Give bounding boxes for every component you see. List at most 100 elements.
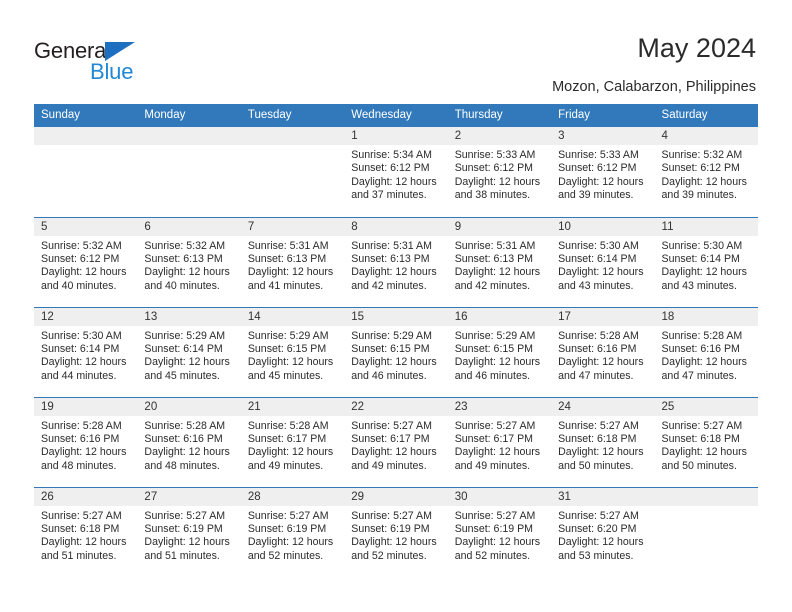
calendar-day-cell[interactable]: 13 Sunrise: 5:29 AM Sunset: 6:14 PM Dayligh… (137, 306, 241, 397)
calendar-day-cell[interactable]: 28 Sunrise: 5:27 AM Sunset: 6:19 PM Dayligh… (240, 486, 345, 577)
daylight-text-continued: and 45 minutes. (247, 369, 324, 382)
calendar-day-cell[interactable]: 23 Sunrise: 5:27 AM Sunset: 6:17 PM Dayligh… (447, 396, 552, 487)
day-number: 14 (240, 307, 345, 326)
sunrise-text: Sunrise: 5:29 AM (351, 329, 432, 342)
calendar-day-cell[interactable]: 9 Sunrise: 5:31 AM Sunset: 6:13 PM Daylight… (447, 216, 552, 307)
calendar-day-cell[interactable]: 14 Sunrise: 5:29 AM Sunset: 6:15 PM Dayligh… (240, 306, 345, 397)
weekday-header-wednesday: Wednesday (344, 104, 448, 127)
day-number: 30 (447, 487, 552, 506)
calendar-week-row: 12 Sunrise: 5:30 AM Sunset: 6:14 PM Dayligh… (34, 306, 758, 397)
daylight-text: Daylight: 12 hours (41, 266, 127, 279)
calendar-day-cell[interactable]: 30 Sunrise: 5:27 AM Sunset: 6:19 PM Dayligh… (447, 486, 552, 577)
calendar-day-cell[interactable]: 7 Sunrise: 5:31 AM Sunset: 6:13 PM Daylight… (240, 216, 345, 307)
daylight-text: Daylight: 12 hours (144, 446, 230, 459)
sunset-text: Sunset: 6:20 PM (558, 522, 637, 535)
calendar-day-cell[interactable]: 5 Sunrise: 5:32 AM Sunset: 6:12 PM Daylight… (34, 216, 138, 307)
daylight-text-continued: and 46 minutes. (351, 369, 427, 382)
calendar-page: General Blue May 2024 Mozon, Calabarzon,… (0, 0, 792, 612)
calendar-day-cell[interactable]: 26 Sunrise: 5:27 AM Sunset: 6:18 PM Dayligh… (34, 486, 138, 577)
daylight-text-continued: and 42 minutes. (454, 279, 531, 292)
day-number: 7 (240, 217, 345, 236)
sunset-text: Sunset: 6:17 PM (454, 432, 534, 445)
calendar-week-row: 1 Sunrise: 5:34 AM Sunset: 6:12 PM Daylight… (34, 127, 758, 217)
daylight-text-continued: and 48 minutes. (41, 459, 117, 472)
day-info: Sunrise: 5:27 AM Sunset: 6:19 PM Daylight:… (448, 506, 551, 564)
day-info: Sunrise: 5:32 AM Sunset: 6:12 PM Daylight:… (34, 236, 137, 294)
day-info: Sunrise: 5:29 AM Sunset: 6:15 PM Daylight:… (241, 326, 344, 384)
day-info: Sunrise: 5:32 AM Sunset: 6:13 PM Daylight:… (137, 236, 240, 294)
calendar-day-cell[interactable]: 6 Sunrise: 5:32 AM Sunset: 6:13 PM Daylight… (137, 216, 241, 307)
calendar-day-cell[interactable]: 18 Sunrise: 5:28 AM Sunset: 6:16 PM Dayligh… (654, 306, 758, 397)
daylight-text-continued: and 52 minutes. (454, 549, 531, 562)
calendar-day-cell[interactable]: 22 Sunrise: 5:27 AM Sunset: 6:17 PM Dayligh… (344, 396, 448, 487)
sunrise-text: Sunrise: 5:28 AM (144, 419, 226, 432)
calendar-day-cell[interactable]: 17 Sunrise: 5:28 AM Sunset: 6:16 PM Dayligh… (551, 306, 655, 397)
sunrise-text: Sunrise: 5:29 AM (454, 329, 536, 342)
sunrise-text: Sunrise: 5:29 AM (247, 329, 329, 342)
calendar-day-cell[interactable]: 29 Sunrise: 5:27 AM Sunset: 6:19 PM Dayligh… (344, 486, 448, 577)
calendar-day-cell[interactable]: 21 Sunrise: 5:28 AM Sunset: 6:17 PM Dayligh… (240, 396, 345, 487)
calendar-day-cell[interactable]: 11 Sunrise: 5:30 AM Sunset: 6:14 PM Dayligh… (654, 216, 758, 307)
calendar-day-cell[interactable]: 8 Sunrise: 5:31 AM Sunset: 6:13 PM Daylight… (344, 216, 448, 307)
daylight-text: Daylight: 12 hours (41, 356, 127, 369)
day-number: 2 (447, 127, 552, 145)
sunset-text: Sunset: 6:14 PM (41, 342, 120, 355)
daylight-text: Daylight: 12 hours (558, 175, 644, 188)
calendar-day-cell[interactable]: 10 Sunrise: 5:30 AM Sunset: 6:14 PM Dayligh… (551, 216, 655, 307)
sunset-text: Sunset: 6:14 PM (558, 252, 637, 265)
day-info: Sunrise: 5:27 AM Sunset: 6:17 PM Daylight:… (448, 416, 551, 474)
day-info (655, 506, 758, 510)
day-number: 13 (137, 307, 241, 326)
calendar-day-cell[interactable]: 3 Sunrise: 5:33 AM Sunset: 6:12 PM Daylight… (551, 127, 655, 217)
sunset-text: Sunset: 6:12 PM (351, 162, 430, 175)
calendar-day-cell-empty (654, 486, 758, 577)
logo-text-blue: Blue (90, 59, 134, 84)
calendar-day-cell[interactable]: 4 Sunrise: 5:32 AM Sunset: 6:12 PM Daylight… (654, 127, 758, 217)
sunrise-text: Sunrise: 5:31 AM (247, 239, 329, 252)
sunrise-text: Sunrise: 5:33 AM (454, 149, 536, 161)
calendar-day-cell[interactable]: 15 Sunrise: 5:29 AM Sunset: 6:15 PM Dayligh… (344, 306, 448, 397)
daylight-text-continued: and 51 minutes. (144, 549, 220, 562)
day-info: Sunrise: 5:29 AM Sunset: 6:14 PM Daylight:… (137, 326, 240, 384)
calendar-day-cell[interactable]: 20 Sunrise: 5:28 AM Sunset: 6:16 PM Dayligh… (137, 396, 241, 487)
sunset-text: Sunset: 6:13 PM (454, 252, 534, 265)
daylight-text: Daylight: 12 hours (351, 536, 437, 549)
calendar-day-cell[interactable]: 16 Sunrise: 5:29 AM Sunset: 6:15 PM Dayligh… (447, 306, 552, 397)
calendar-day-cell[interactable]: 25 Sunrise: 5:27 AM Sunset: 6:18 PM Dayligh… (654, 396, 758, 487)
calendar-day-cell[interactable]: 1 Sunrise: 5:34 AM Sunset: 6:12 PM Daylight… (344, 127, 448, 217)
sunrise-text: Sunrise: 5:27 AM (558, 509, 639, 522)
calendar-day-cell[interactable]: 24 Sunrise: 5:27 AM Sunset: 6:18 PM Dayligh… (551, 396, 655, 487)
daylight-text-continued: and 51 minutes. (41, 549, 117, 562)
daylight-text: Daylight: 12 hours (558, 536, 644, 549)
calendar-day-cell[interactable]: 31 Sunrise: 5:27 AM Sunset: 6:20 PM Dayligh… (551, 486, 655, 577)
day-number: 17 (551, 307, 655, 326)
daylight-text-continued: and 50 minutes. (661, 459, 737, 472)
calendar-week-row: 5 Sunrise: 5:32 AM Sunset: 6:12 PM Daylight… (34, 216, 758, 307)
calendar-day-cell[interactable]: 2 Sunrise: 5:33 AM Sunset: 6:12 PM Daylight… (447, 127, 552, 217)
sunset-text: Sunset: 6:16 PM (144, 432, 223, 445)
day-number: 4 (654, 127, 758, 145)
calendar-day-cell[interactable]: 19 Sunrise: 5:28 AM Sunset: 6:16 PM Dayligh… (34, 396, 138, 487)
sunrise-text: Sunrise: 5:28 AM (558, 329, 639, 342)
sunset-text: Sunset: 6:17 PM (247, 432, 327, 445)
page-subtitle: Mozon, Calabarzon, Philippines (552, 79, 756, 95)
calendar-header-row: Sunday Monday Tuesday Wednesday Thursday… (34, 104, 758, 127)
day-info: Sunrise: 5:31 AM Sunset: 6:13 PM Daylight:… (448, 236, 551, 294)
day-number (240, 127, 345, 145)
daylight-text-continued: and 49 minutes. (247, 459, 324, 472)
sunrise-text: Sunrise: 5:32 AM (144, 239, 226, 252)
day-info: Sunrise: 5:28 AM Sunset: 6:16 PM Daylight:… (137, 416, 240, 474)
day-info: Sunrise: 5:28 AM Sunset: 6:16 PM Daylight:… (551, 326, 654, 384)
day-info (34, 145, 137, 149)
daylight-text-continued: and 38 minutes. (454, 189, 531, 202)
calendar-day-cell[interactable]: 12 Sunrise: 5:30 AM Sunset: 6:14 PM Dayligh… (34, 306, 138, 397)
sunset-text: Sunset: 6:16 PM (41, 432, 120, 445)
sunset-text: Sunset: 6:12 PM (661, 162, 740, 175)
daylight-text: Daylight: 12 hours (247, 536, 334, 549)
daylight-text: Daylight: 12 hours (247, 356, 334, 369)
calendar-day-cell[interactable]: 27 Sunrise: 5:27 AM Sunset: 6:19 PM Dayligh… (137, 486, 241, 577)
daylight-text: Daylight: 12 hours (454, 175, 541, 188)
day-number: 18 (654, 307, 758, 326)
daylight-text-continued: and 43 minutes. (558, 279, 634, 292)
day-number: 28 (240, 487, 345, 506)
